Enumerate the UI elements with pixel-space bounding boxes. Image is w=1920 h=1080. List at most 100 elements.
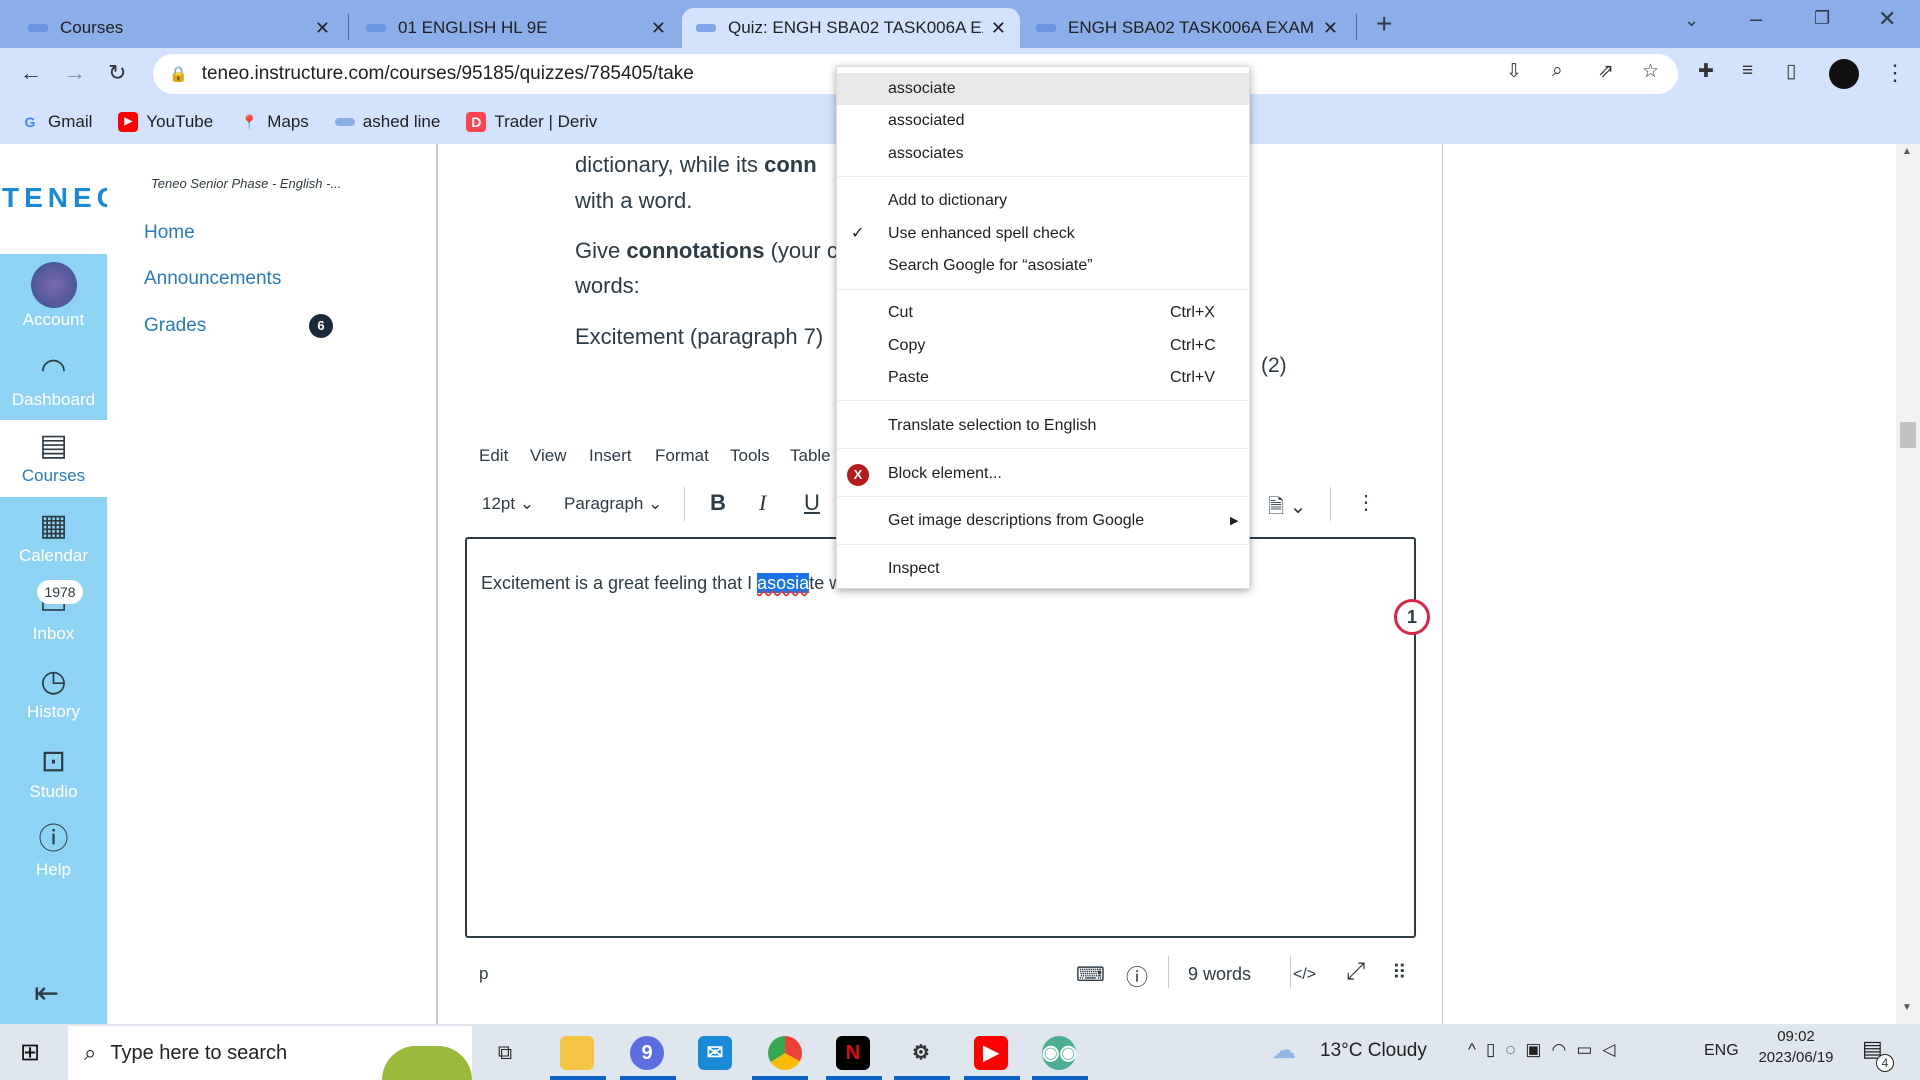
rich-text-editor[interactable]: Excitement is a great feeling that I aso… (465, 537, 1416, 938)
enhanced-spell-check[interactable]: ✓ Use enhanced spell check (837, 218, 1249, 250)
language-indicator[interactable]: ENG (1704, 1042, 1739, 1060)
bold-button[interactable]: B (710, 490, 726, 516)
tab-search-icon[interactable]: ⌄ (1684, 10, 1699, 31)
nav-calendar[interactable]: ▦ Calendar (0, 508, 107, 566)
page-scrollbar[interactable]: ▲ ▼ (1896, 144, 1920, 1024)
close-tab-icon[interactable]: ✕ (651, 18, 666, 39)
back-icon[interactable]: ← (20, 60, 42, 86)
question-text: words: (575, 273, 640, 298)
search-google[interactable]: Search Google for “asosiate” (837, 250, 1249, 282)
copy-item[interactable]: Copy Ctrl+C (837, 330, 1249, 362)
nav-history[interactable]: ◷ History (0, 664, 107, 722)
add-to-dictionary[interactable]: Add to dictionary (837, 185, 1249, 217)
clock[interactable]: 09:02 2023/06/19 (1756, 1028, 1836, 1066)
nav-account[interactable]: Account (0, 262, 107, 330)
bookmark-deriv[interactable]: D Trader | Deriv (466, 112, 597, 132)
browser-menu-icon[interactable]: ⋮ (1884, 60, 1906, 86)
profile-avatar[interactable] (1829, 59, 1859, 89)
chrome-icon[interactable] (768, 1036, 802, 1070)
share-icon[interactable]: ⇗ (1598, 60, 1614, 83)
system-tray-icons[interactable]: ^▯◌▣◠▭◁ (1468, 1040, 1625, 1060)
suggestion-associate[interactable]: associate (837, 73, 1249, 105)
close-tab-icon[interactable]: ✕ (315, 18, 330, 39)
bookmark-gmail[interactable]: G Gmail (20, 112, 93, 132)
paste-item[interactable]: Paste Ctrl+V (837, 362, 1249, 394)
annotation-badge[interactable]: 1 (1394, 599, 1430, 635)
reload-icon[interactable]: ↻ (108, 60, 126, 86)
fullscreen-icon[interactable]: ⤢ (1346, 958, 1365, 986)
google-icon: G (24, 114, 36, 130)
side-panel-icon[interactable]: ▯ (1786, 60, 1796, 83)
weather-icon[interactable]: ☁ (1272, 1036, 1296, 1065)
close-tab-icon[interactable]: ✕ (991, 18, 1006, 39)
settings-icon[interactable]: ⚙ (904, 1036, 938, 1070)
menu-edit[interactable]: Edit (479, 446, 508, 466)
nav-help[interactable]: ⓘ Help (0, 822, 107, 880)
font-size-select[interactable]: 12pt ⌄ (482, 494, 534, 514)
element-path[interactable]: p (479, 964, 488, 984)
menu-view[interactable]: View (530, 446, 567, 466)
suggestion-associates[interactable]: associates (837, 138, 1249, 170)
tab-english[interactable]: 01 ENGLISH HL 9E ✕ (352, 8, 680, 48)
bookmark-maps[interactable]: 📍 Maps (239, 112, 309, 132)
owl-app-icon[interactable]: ◉◉ (1042, 1036, 1077, 1070)
translate-item[interactable]: Translate selection to English (837, 410, 1249, 442)
inbox-badge: 1978 (37, 580, 83, 604)
tab-courses[interactable]: Courses ✕ (14, 8, 344, 48)
nav-studio[interactable]: ⊡ Studio (0, 744, 107, 802)
youtube-app-icon[interactable]: ▶ (974, 1036, 1008, 1070)
editor-content[interactable]: Excitement is a great feeling that I aso… (481, 573, 861, 594)
tab-exam[interactable]: ENGH SBA02 TASK006A EXAM 0 ✕ (1022, 8, 1352, 48)
menu-insert[interactable]: Insert (589, 446, 632, 466)
suggestion-associated[interactable]: associated (837, 105, 1249, 137)
menu-tools[interactable]: Tools (730, 446, 770, 466)
bookmark-youtube[interactable]: ▶ YouTube (118, 112, 213, 132)
inspect-item[interactable]: Inspect (837, 553, 1249, 585)
collapse-nav-icon[interactable]: ⇤ (34, 976, 59, 1011)
accessibility-icon[interactable]: ⓘ (1126, 960, 1148, 992)
word-count[interactable]: 9 words (1188, 964, 1251, 985)
teneo-logo[interactable]: TENEO (0, 144, 118, 254)
document-icon[interactable]: 🗎 ⌄ (1268, 492, 1306, 526)
extensions-icon[interactable]: ✚ (1698, 60, 1714, 83)
menu-table[interactable]: Table (790, 446, 831, 466)
image-descriptions-item[interactable]: Get image descriptions from Google ▶ (837, 505, 1249, 537)
taskbar-search[interactable]: ⌕ Type here to search (68, 1026, 472, 1080)
mail-icon[interactable]: ✉ (698, 1036, 732, 1070)
zoom-icon[interactable]: ⌕ (1552, 60, 1563, 82)
bookmark-star-icon[interactable]: ☆ (1642, 60, 1659, 83)
menu-format[interactable]: Format (655, 446, 709, 466)
course-nav-grades[interactable]: Grades (144, 315, 206, 337)
bookmark-dashed-line[interactable]: ashed line (334, 112, 440, 132)
close-window-button[interactable]: ✕ (1878, 6, 1896, 32)
task-view-icon[interactable]: ⧉ (488, 1036, 522, 1070)
nav-courses[interactable]: ▤ Courses (0, 428, 107, 486)
minimize-button[interactable]: – (1750, 6, 1762, 32)
cut-item[interactable]: Cut Ctrl+X (837, 297, 1249, 329)
media-icon[interactable]: ≡ (1742, 60, 1753, 82)
scrollbar-thumb[interactable] (1900, 422, 1916, 448)
tab-quiz[interactable]: Quiz: ENGH SBA02 TASK006A EX ✕ (682, 8, 1020, 48)
restore-button[interactable]: ❐ (1814, 8, 1830, 29)
file-explorer-icon[interactable] (560, 1036, 594, 1070)
new-tab-button[interactable]: + (1376, 8, 1392, 40)
forward-icon[interactable]: → (64, 60, 86, 86)
italic-button[interactable]: I (759, 490, 766, 516)
windows-start-icon[interactable]: ⊞ (20, 1038, 40, 1067)
nav-dashboard[interactable]: ◠ Dashboard (0, 352, 107, 410)
resize-handle-icon[interactable]: ⠿ (1392, 960, 1407, 985)
canvas-favicon (1036, 24, 1056, 32)
course-nav-home[interactable]: Home (144, 222, 195, 244)
html-editor-icon[interactable]: </> (1293, 966, 1316, 984)
keyboard-icon[interactable]: ⌨ (1076, 962, 1105, 987)
underline-button[interactable]: U (804, 490, 820, 516)
install-icon[interactable]: ⇩ (1506, 60, 1522, 83)
weather-text[interactable]: 13°C Cloudy (1320, 1040, 1427, 1062)
more-toolbar-icon[interactable]: ⋮ (1356, 490, 1376, 515)
block-format-select[interactable]: Paragraph ⌄ (564, 494, 662, 514)
block-element-item[interactable]: X Block element... (837, 458, 1249, 490)
close-tab-icon[interactable]: ✕ (1323, 18, 1338, 39)
netflix-icon[interactable]: N (836, 1036, 870, 1070)
course-nav-announcements[interactable]: Announcements (144, 268, 281, 290)
messenger-icon[interactable]: 9 (630, 1036, 664, 1070)
